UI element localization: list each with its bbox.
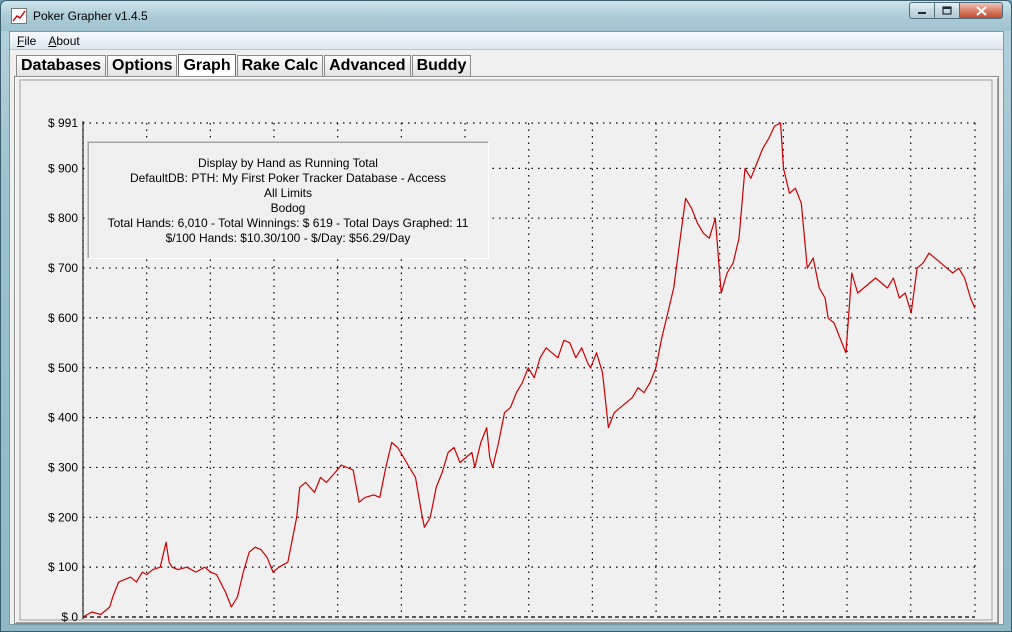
menu-file-label: ile: [24, 33, 37, 48]
y-tick-label: $ 700: [48, 261, 78, 275]
info-database: DefaultDB: PTH: My First Poker Tracker D…: [129, 171, 447, 185]
tab-databases[interactable]: Databases: [16, 55, 107, 76]
menu-bar: File About: [10, 32, 1003, 50]
close-icon: [975, 5, 987, 16]
menu-about[interactable]: About: [43, 34, 84, 48]
minimize-button[interactable]: [909, 2, 934, 19]
info-rates: $/100 Hands: $10.30/100 - $/Day: $56.29/…: [165, 231, 411, 245]
app-window: Poker Grapher v1.4.5 File About Database…: [0, 0, 1012, 632]
client-area: File About Databases Options Graph Rake …: [9, 31, 1004, 625]
tab-options[interactable]: Options: [107, 55, 178, 76]
close-button[interactable]: [959, 2, 1003, 19]
tab-graph-label: Graph: [183, 57, 231, 74]
info-site: Bodog: [270, 201, 306, 215]
tab-graph[interactable]: Graph: [178, 54, 236, 77]
minimize-icon: [918, 11, 926, 14]
y-tick-label: $ 300: [48, 460, 78, 474]
title-bar[interactable]: Poker Grapher v1.4.5: [1, 1, 1011, 31]
y-tick-label: $ 800: [48, 211, 78, 225]
app-graph-icon: [11, 8, 27, 24]
maximize-button[interactable]: [934, 2, 959, 19]
tab-options-label: Options: [112, 57, 173, 74]
tab-buddy-label: Buddy: [416, 57, 467, 74]
y-tick-label: $ 600: [48, 311, 78, 325]
tab-rake-calc[interactable]: Rake Calc: [236, 55, 324, 76]
tab-strip: Databases Options Graph Rake Calc Advanc…: [16, 52, 472, 77]
y-tick-label: $ 900: [48, 161, 78, 175]
y-tick-label: $ 400: [48, 411, 78, 425]
tab-advanced-label: Advanced: [329, 57, 406, 74]
info-display-mode: Display by Hand as Running Total: [198, 156, 378, 170]
info-totals: Total Hands: 6,010 - Total Winnings: $ 6…: [107, 216, 469, 230]
graph-info-box: Display by Hand as Running Total Default…: [87, 141, 489, 259]
y-tick-label: $ 200: [48, 510, 78, 524]
y-tick-label: $ 991: [48, 116, 78, 130]
window-controls: [909, 2, 1003, 20]
y-tick-label: $ 0: [61, 610, 78, 623]
window-title: Poker Grapher v1.4.5: [33, 9, 148, 23]
tab-advanced[interactable]: Advanced: [324, 55, 411, 76]
info-limits: All Limits: [263, 186, 312, 200]
y-tick-label: $ 100: [48, 560, 78, 574]
menu-about-label: bout: [56, 33, 80, 48]
tab-databases-label: Databases: [21, 57, 102, 74]
graph-panel: $ 0 $ 100 $ 200 $ 300 $ 400 $ 500 $ 600 $ 700 $ …: [14, 76, 999, 624]
y-tick-label: $ 500: [48, 361, 78, 375]
tab-rake-calc-label: Rake Calc: [241, 57, 319, 74]
tab-buddy[interactable]: Buddy: [411, 55, 472, 76]
maximize-icon: [942, 6, 952, 15]
menu-file[interactable]: File: [12, 34, 41, 48]
